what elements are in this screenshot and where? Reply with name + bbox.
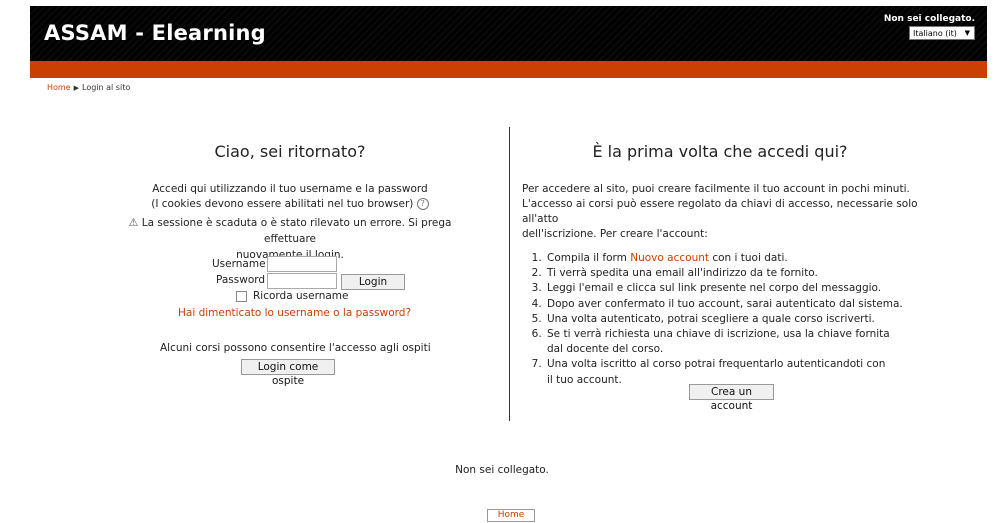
create-account-button[interactable]: Crea un account [689,384,774,412]
login-status: Non sei collegato. [883,14,975,24]
step1-prefix: Compila il form [547,252,631,264]
accent-bar [30,61,987,78]
login-intro-line1: Accedi qui utilizzando il tuo username e… [152,183,428,195]
signup-desc-line3: dell'iscrizione. Per creare l'account: [522,228,708,240]
page-header: ASSAM - Elearning Non sei collegato. Ita… [30,6,987,61]
login-intro: Accedi qui utilizzando il tuo username e… [102,182,478,212]
signup-steps-list: Compila il form Nuovo account con i tuoi… [522,251,918,388]
signup-step: Se ti verrà richiesta una chiave di iscr… [545,327,918,357]
breadcrumb-home-link[interactable]: Home [47,83,71,92]
remember-username-label: Ricorda username [253,290,349,302]
login-panel: Ciao, sei ritornato? Accedi qui utilizza… [102,142,478,263]
site-title[interactable]: ASSAM - Elearning [44,21,266,45]
language-select[interactable]: Italiano (it) ▼ [909,26,975,40]
login-heading: Ciao, sei ritornato? [214,142,366,161]
language-selected-value: Italiano (it) [913,29,957,38]
breadcrumb-current: Login al sito [82,83,131,92]
help-icon[interactable]: ? [416,198,429,210]
login-intro-line2-wrap: (I cookies devono essere abilitati nel t… [102,197,478,212]
signup-step: Dopo aver confermato il tuo account, sar… [545,297,918,312]
signup-heading: È la prima volta che accedi qui? [592,142,848,161]
breadcrumb-separator-icon: ▶ [73,84,80,92]
signup-description: Per accedere al sito, puoi creare facilm… [522,182,918,242]
step1-suffix: con i tuoi dati. [709,252,788,264]
guest-access-text: Alcuni corsi possono consentire l'access… [160,342,431,354]
signup-step: Una volta autenticato, potrai scegliere … [545,312,918,327]
password-label: Password [216,274,266,286]
dropdown-arrow-icon: ▼ [964,29,970,37]
signup-step: Leggi l'email e clicca sul link presente… [545,281,918,296]
signup-step: Ti verrà spedita una email all'indirizzo… [545,266,918,281]
login-intro-line2: (I cookies devono essere abilitati nel t… [151,198,414,210]
footer-home-button[interactable]: Home [487,509,535,522]
forgot-password-link[interactable]: Hai dimenticato lo username o la passwor… [178,307,411,319]
warning-icon: ⚠ [128,216,139,229]
username-label: Username [212,258,266,270]
signup-desc-line2: L'accesso ai corsi può essere regolato d… [522,198,918,225]
footer-login-status: Non sei collegato. [455,464,549,476]
signup-step: Compila il form Nuovo account con i tuoi… [545,251,918,266]
password-input[interactable] [267,273,337,289]
error-line1-wrap: ⚠ La sessione è scaduta o è stato rileva… [102,215,478,247]
new-account-link[interactable]: Nuovo account [630,252,709,264]
username-input[interactable] [267,256,337,272]
guest-login-button[interactable]: Login come ospite [241,359,335,387]
signup-panel: È la prima volta che accedi qui? Per acc… [522,142,918,388]
error-line1: La sessione è scaduta o è stato rilevato… [141,217,452,245]
remember-username-checkbox[interactable] [236,291,247,302]
breadcrumb: Home ▶ Login al sito [47,83,130,92]
login-button[interactable]: Login [341,274,405,290]
column-divider [509,127,510,421]
signup-desc-line1: Per accedere al sito, puoi creare facilm… [522,183,910,195]
